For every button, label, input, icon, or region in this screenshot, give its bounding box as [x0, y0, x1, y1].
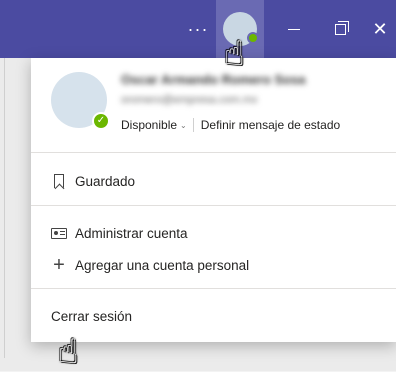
manage-account-label: Administrar cuenta	[75, 225, 188, 241]
sign-out-menu-item[interactable]: Cerrar sesión	[51, 305, 132, 327]
checkmark-icon: ✓	[92, 112, 110, 130]
plus-icon: +	[53, 254, 65, 276]
ellipsis-icon: ···	[187, 18, 209, 39]
divider	[31, 288, 396, 289]
divider	[31, 152, 396, 153]
hand-pointer-icon: ☝	[58, 333, 79, 371]
sign-out-label: Cerrar sesión	[51, 308, 133, 324]
profile-card: ✓ Oscar Armando Romero Sosa oromero@empr…	[31, 58, 396, 148]
divider	[31, 205, 396, 206]
contact-card-icon	[51, 225, 67, 241]
bookmark-icon	[51, 173, 67, 189]
minimize-icon	[288, 28, 300, 30]
divider	[192, 118, 194, 132]
profile-name: Oscar Armando Romero Sosa	[121, 72, 306, 87]
saved-menu-item[interactable]: Guardado	[51, 170, 135, 192]
saved-label: Guardado	[75, 173, 136, 189]
window-edge	[4, 58, 5, 358]
profile-email: oromero@empresa.com.mx	[121, 94, 258, 106]
more-options-button[interactable]: ···	[178, 0, 218, 58]
restore-button[interactable]	[322, 0, 358, 58]
profile-avatar[interactable]: ✓	[51, 72, 110, 130]
close-icon: ✕	[372, 18, 388, 39]
chevron-down-icon[interactable]: ⌄	[180, 121, 187, 130]
presence-available-icon	[247, 32, 259, 44]
status-dropdown[interactable]: Disponible	[121, 118, 177, 132]
minimize-button[interactable]	[276, 0, 312, 58]
add-personal-account-label: Agregar una cuenta personal	[75, 257, 250, 273]
title-bar: ··· ✕	[0, 0, 396, 58]
manage-account-menu-item[interactable]: Administrar cuenta	[51, 222, 188, 244]
set-status-message-link[interactable]: Definir mensaje de estado	[201, 118, 340, 132]
profile-menu: ✓ Oscar Armando Romero Sosa oromero@empr…	[31, 58, 396, 342]
restore-icon	[334, 20, 349, 35]
hand-pointer-icon: ☝	[224, 35, 245, 73]
close-button[interactable]: ✕	[364, 0, 396, 58]
status-row: Disponible ⌄ Definir mensaje de estado	[121, 116, 340, 134]
add-personal-account-menu-item[interactable]: + Agregar una cuenta personal	[51, 254, 249, 276]
